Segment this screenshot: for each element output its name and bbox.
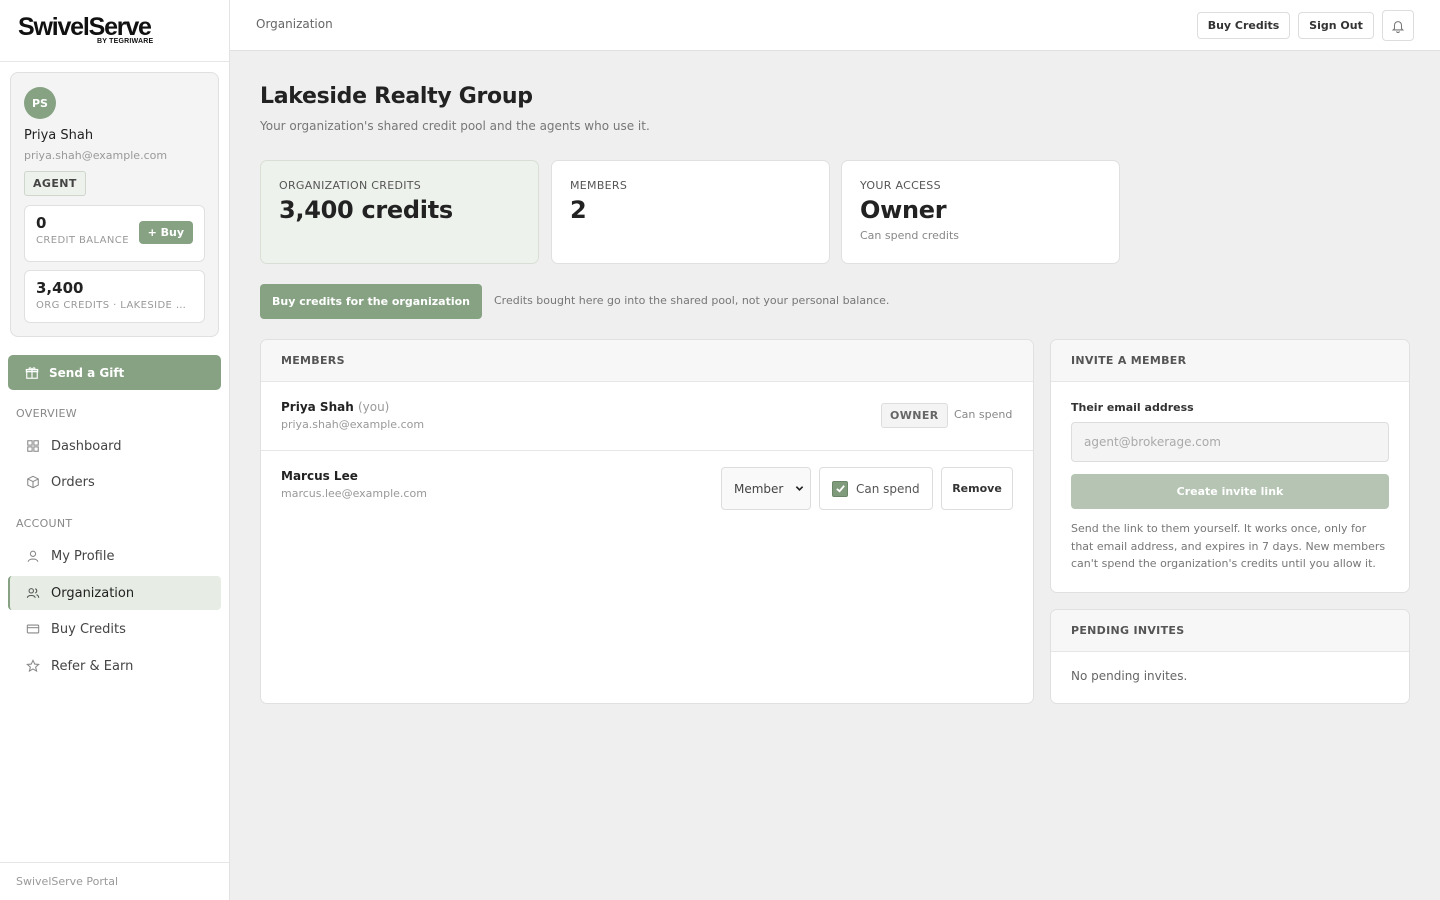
page-subtitle: Your organization's shared credit pool a… — [260, 119, 650, 133]
sidebar-item-dashboard[interactable]: Dashboard — [8, 429, 221, 463]
buy-org-credits-button[interactable]: Buy credits for the organization — [260, 284, 482, 319]
role-badge: AGENT — [24, 171, 86, 196]
logo-tagline: BY TEGRIWARE — [97, 38, 154, 45]
sidebar-item-label: My Profile — [51, 548, 115, 564]
avatar: PS — [24, 87, 56, 119]
invite-panel: INVITE A MEMBER Their email address Crea… — [1050, 339, 1410, 593]
credit-balance-card: 0 CREDIT BALANCE + Buy — [24, 205, 205, 262]
card-icon — [26, 624, 40, 634]
org-credits-label: ORG CREDITS · LAKESIDE REALTY GROUP — [36, 300, 193, 311]
sidebar-item-label: Orders — [51, 474, 95, 490]
sidebar-item-label: Dashboard — [51, 438, 122, 454]
invite-panel-title: INVITE A MEMBER — [1051, 340, 1409, 382]
sidebar-item-refer-earn[interactable]: Refer & Earn — [8, 649, 221, 683]
box-icon — [27, 475, 39, 489]
remove-member-button[interactable]: Remove — [941, 467, 1013, 510]
org-credits-stat: ORGANIZATION CREDITS 3,400 credits — [260, 160, 539, 264]
sidebar-item-label: Refer & Earn — [51, 658, 134, 674]
table-row: Priya Shah (you) priya.shah@example.com … — [261, 382, 1033, 451]
invite-email-input[interactable] — [1071, 422, 1389, 462]
logo[interactable]: SwivelServe BY TEGRIWARE — [0, 0, 229, 62]
grid-icon — [27, 440, 39, 452]
send-gift-button[interactable]: Send a Gift — [8, 355, 221, 390]
bell-icon — [1391, 20, 1405, 33]
profile-card: PS Priya Shah priya.shah@example.com AGE… — [10, 72, 219, 337]
stat-sub: Can spend credits — [860, 229, 959, 242]
org-credits-card: 3,400 ORG CREDITS · LAKESIDE REALTY GROU… — [24, 270, 205, 323]
stat-value: Owner — [860, 196, 947, 224]
send-gift-label: Send a Gift — [49, 365, 125, 380]
sidebar-item-orders[interactable]: Orders — [8, 465, 221, 499]
can-spend-checkbox[interactable] — [832, 480, 848, 497]
sidebar-item-organization[interactable]: Organization — [8, 576, 221, 610]
breadcrumb: Organization — [256, 17, 333, 31]
can-spend-status: Can spend — [954, 408, 1013, 421]
sign-out-button[interactable]: Sign Out — [1298, 12, 1374, 39]
buy-org-credits-note: Credits bought here go into the shared p… — [494, 294, 890, 307]
stat-label: ORGANIZATION CREDITS — [279, 179, 422, 192]
profile-name: Priya Shah — [24, 128, 94, 143]
stat-value: 3,400 credits — [279, 196, 453, 224]
you-tag: (you) — [357, 400, 390, 414]
members-panel: MEMBERS Priya Shah (you) priya.shah@exam… — [260, 339, 1034, 704]
buy-credits-mini-button[interactable]: + Buy — [138, 221, 193, 244]
pending-invites-panel: PENDING INVITES No pending invites. — [1050, 609, 1410, 704]
profile-email: priya.shah@example.com — [24, 149, 168, 162]
role-select-value: Member — [734, 481, 784, 496]
stat-value: 2 — [570, 196, 587, 224]
member-role-select[interactable]: Member — [721, 467, 811, 510]
user-icon — [27, 550, 39, 562]
sidebar-item-my-profile[interactable]: My Profile — [8, 539, 221, 573]
chevron-down-icon — [795, 486, 804, 491]
stat-label: MEMBERS — [570, 179, 628, 192]
can-spend-toggle[interactable]: Can spend — [819, 467, 933, 510]
invite-email-label: Their email address — [1071, 401, 1194, 414]
create-invite-link-button[interactable]: Create invite link — [1071, 474, 1389, 509]
access-stat: YOUR ACCESS Owner Can spend credits — [841, 160, 1120, 264]
pending-invites-empty: No pending invites. — [1071, 669, 1188, 683]
notifications-button[interactable] — [1382, 10, 1414, 41]
page-title: Lakeside Realty Group — [260, 84, 533, 109]
member-name-text: Priya Shah — [281, 400, 354, 414]
table-row: Marcus Lee marcus.lee@example.com Member… — [261, 451, 1033, 527]
members-stat: MEMBERS 2 — [551, 160, 830, 264]
sidebar: SwivelServe BY TEGRIWARE PS Priya Shah p… — [0, 0, 230, 900]
sidebar-item-label: Organization — [51, 585, 135, 601]
invite-note: Send the link to them yourself. It works… — [1071, 522, 1386, 570]
can-spend-label: Can spend — [856, 481, 920, 496]
users-icon — [26, 588, 40, 599]
gift-icon — [25, 366, 39, 379]
nav-section-account: ACCOUNT — [16, 517, 73, 530]
members-panel-title: MEMBERS — [261, 340, 1033, 382]
topbar: Organization Buy Credits Sign Out — [230, 0, 1440, 51]
pending-invites-title: PENDING INVITES — [1051, 610, 1409, 652]
sidebar-item-buy-credits[interactable]: Buy Credits — [8, 612, 221, 646]
sidebar-item-label: Buy Credits — [51, 621, 126, 637]
buy-credits-button[interactable]: Buy Credits — [1197, 12, 1290, 39]
org-credits-value: 3,400 — [36, 279, 84, 297]
stat-label: YOUR ACCESS — [860, 179, 941, 192]
nav-section-overview: OVERVIEW — [16, 407, 77, 420]
star-icon — [26, 659, 40, 673]
logo-wordmark: SwivelServe — [18, 13, 152, 41]
check-icon — [835, 485, 845, 493]
owner-badge: OWNER — [881, 403, 948, 428]
sidebar-footer: SwivelServe Portal — [0, 862, 229, 900]
